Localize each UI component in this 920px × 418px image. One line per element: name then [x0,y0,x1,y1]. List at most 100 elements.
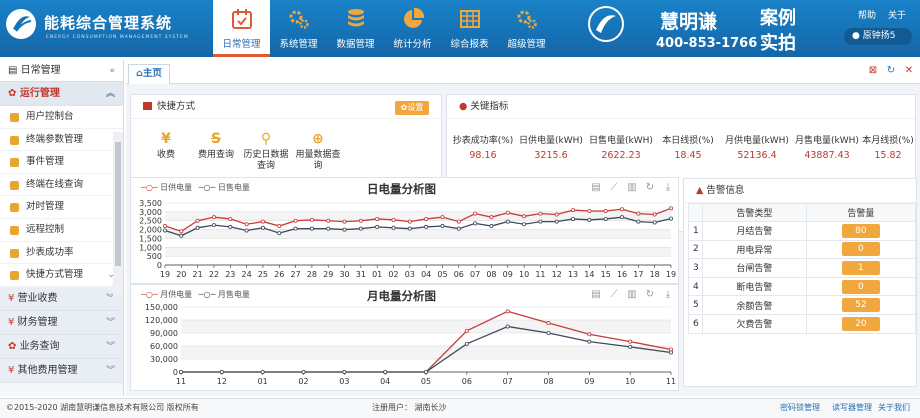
sidebar-item-console[interactable]: 用户控制台 [0,106,123,129]
shortcut-history-query[interactable]: ⚲ 历史日数据查询 [241,131,291,172]
legend-label: 日供电量 [160,183,193,192]
gear-icon: ✿ [8,88,20,99]
row-number: 3 [688,258,703,278]
list-icon [10,158,19,168]
x-tick-label: 14 [584,270,594,279]
table-row[interactable]: 3 台闸告警 1 [688,258,917,278]
alarm-count-badge[interactable]: 0 [841,242,880,257]
x-tick-label: 19 [666,270,676,279]
close-tab-icon[interactable]: ⊠ [868,66,878,76]
download-icon[interactable]: ⤓ [663,290,673,300]
sidebar-section-query[interactable]: ✿ 业务查询 ︾ [0,334,123,359]
nav-super[interactable]: 超级管理 [498,0,555,57]
sidebar-item-read-rate[interactable]: 抄表成功率 [0,241,123,265]
sliders-icon [10,135,19,145]
sidebar-item-time-sync[interactable]: 对时管理 [0,196,123,219]
nav-stats[interactable]: 统计分析 [384,0,441,57]
sidebar-section-billing[interactable]: ¥ 营业收费 ︾ [0,286,123,311]
x-tick-label: 10 [625,377,635,386]
nav-reports[interactable]: 综合报表 [441,0,498,57]
sidebar-item-label: 终端参数管理 [26,133,84,145]
shortcut-pay[interactable]: ¥ 收费 [141,131,191,161]
restore-icon[interactable]: ↻ [645,183,655,193]
footer-link-reader[interactable]: 读写器管理 [832,399,872,417]
line-chart-icon[interactable]: ⟋ [609,290,619,300]
sidebar-item-events[interactable]: 事件管理 [0,151,123,174]
refresh-icon[interactable]: ↻ [886,66,896,76]
help-link[interactable]: 帮助 [858,8,876,21]
sidebar-section-other-fees[interactable]: ¥ 其他费用管理 ︾ [0,358,123,383]
table-row[interactable]: 6 欠费告警 20 [688,313,917,334]
table-row[interactable]: 2 用电异常 0 [688,239,917,260]
alarm-count-badge[interactable]: 52 [841,298,880,313]
download-icon[interactable]: ⤓ [663,183,673,193]
x-tick-label: 01 [258,377,268,386]
data-point [163,224,168,229]
restore-icon[interactable]: ↻ [645,290,655,300]
data-point [473,221,478,226]
sidebar-section-label: 其他费用管理 [17,364,78,376]
grid-band [181,346,671,359]
daily-chart: 05001,0001,5002,0002,5003,0003,500 19 20 21… [139,199,676,279]
user-name: 原钟扬5 [862,31,896,41]
alarm-count-badge[interactable]: 1 [841,260,880,275]
data-point [391,217,396,222]
collapse-icon[interactable]: « [109,60,115,82]
data-point [505,309,510,314]
about-link[interactable]: 关于 [888,8,906,21]
sidebar-item-shortcuts[interactable]: 快捷方式管理 ⌄ [0,264,123,287]
nav-daily[interactable]: 日常管理 [213,0,270,57]
user-menu[interactable]: ● 原钟扬5 [844,28,912,45]
sidebar-item-terminal-params[interactable]: 终端参数管理 [0,128,123,152]
alarm-count-badge[interactable]: 20 [841,316,880,331]
daily-legend[interactable]: ─○─ 日供电量 ─○─ 日售电量 [141,182,250,193]
sidebar-item-remote[interactable]: 远程控制 [0,218,123,242]
registered-user: 注册用户： 湖南长沙 [372,403,447,412]
app-logo [6,9,36,39]
kpi-monthly-sale: 月售电量(kWH) 43887.43 [793,133,861,161]
dollar-icon: S [210,131,222,147]
table-row[interactable]: 5 余额告警 52 [688,295,917,315]
row-number: 1 [688,221,703,241]
table-row[interactable]: 1 月结告警 80 [688,221,917,241]
folder-icon [143,102,152,110]
footer-link-about[interactable]: 关于我们 [878,399,910,417]
x-tick-label: 05 [437,270,447,279]
footer-link-lock[interactable]: 密码锁管理 [780,399,820,417]
data-point [473,211,478,216]
x-tick-label: 28 [307,270,317,279]
sidebar-item-online[interactable]: 终端在线查询 [0,173,123,197]
x-tick-label: 27 [290,270,300,279]
data-view-icon[interactable]: ▤ [591,183,601,193]
data-point [358,226,363,231]
bar-chart-icon[interactable]: ▥ [627,290,637,300]
nav-data[interactable]: 数据管理 [327,0,384,57]
sidebar-section-ops[interactable]: ✿ 运行管理 ︽ [0,82,123,106]
table-row[interactable]: 4 断电告警 0 [688,276,917,297]
line-chart-icon[interactable]: ⟋ [609,183,619,193]
sidebar-scroll-thumb[interactable] [115,142,121,266]
data-point [440,215,445,220]
settings-button[interactable]: ✿设置 [395,101,429,115]
alarm-count-badge[interactable]: 80 [841,223,880,238]
data-point [326,218,331,223]
data-point [342,219,347,224]
data-view-icon[interactable]: ▤ [591,290,601,300]
x-tick-label: 11 [176,377,186,386]
nav-system[interactable]: 系统管理 [270,0,327,57]
alarm-count-badge[interactable]: 0 [841,279,880,294]
row-number: 5 [688,295,703,315]
data-point [587,332,592,337]
sidebar-section-finance[interactable]: ¥ 财务管理 ︾ [0,310,123,335]
data-point [554,212,559,217]
kpi-value: 3215.6 [534,150,568,161]
tab-home[interactable]: ⌂主页 [128,64,170,84]
close-all-icon[interactable]: ✕ [904,66,914,76]
chevron-down-icon: ︾ [105,365,115,376]
shortcut-usage-query[interactable]: ⊕ 用量数据查询 [293,131,343,172]
shortcut-fee-query[interactable]: S 费用查询 [191,131,241,161]
bar-chart-icon[interactable]: ▥ [627,183,637,193]
alarm-type: 用电异常 [702,239,807,260]
data-point [342,227,347,232]
monthly-legend[interactable]: ─○─ 月供电量 ─○─ 月售电量 [141,289,250,300]
